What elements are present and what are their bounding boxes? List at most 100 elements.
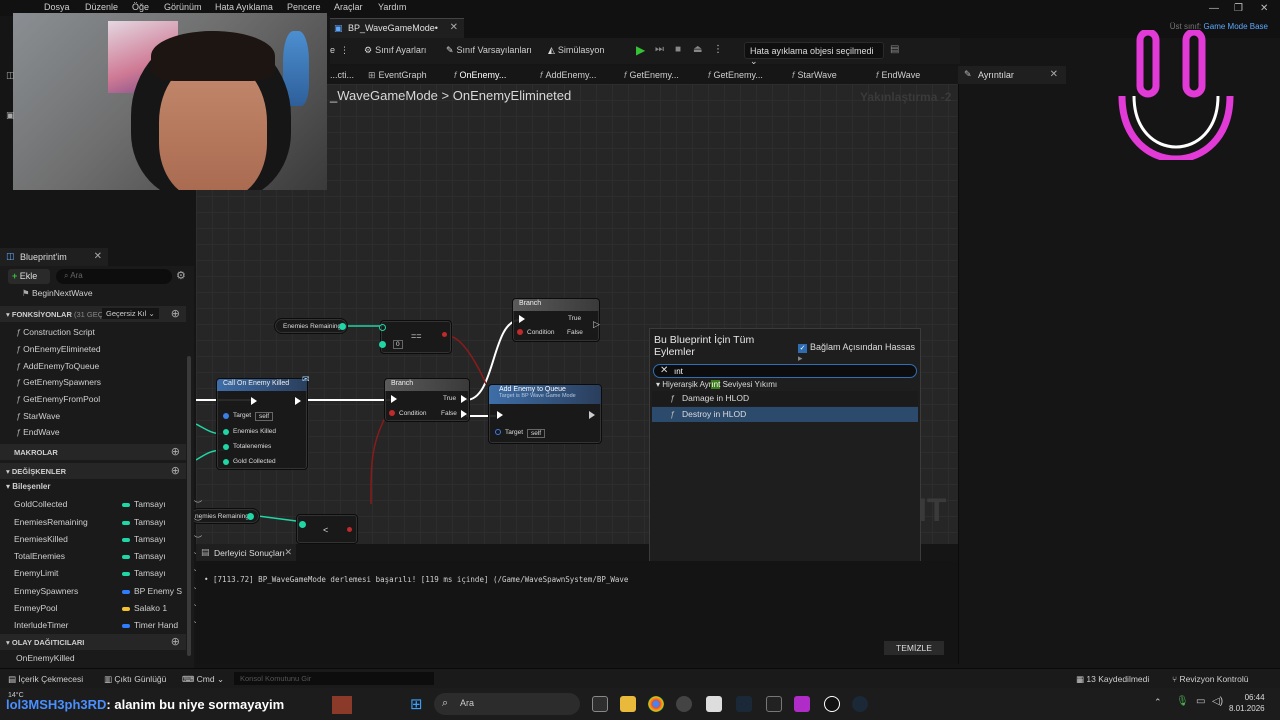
gear-icon[interactable]: ⚙ [176, 269, 186, 282]
add-button[interactable]: + Ekle [8, 269, 50, 284]
play-icon[interactable]: ▶ [636, 43, 645, 57]
step-icon[interactable]: ⏭ [655, 44, 664, 55]
int-pin[interactable] [247, 513, 254, 520]
menu-view[interactable]: Görünüm [164, 2, 202, 12]
restore-icon[interactable]: ❐ [1234, 3, 1243, 14]
epic-games-icon[interactable] [766, 696, 782, 712]
variable-item[interactable]: EnmeySpawnersBP Enemy S︶ [14, 586, 202, 596]
chevron-up-icon[interactable]: ⌃ [1154, 697, 1162, 708]
mic-icon[interactable]: 🎙 [1176, 696, 1189, 707]
exec-out-pin[interactable] [589, 411, 595, 419]
visibility-eye-icon[interactable]: ︶ [194, 499, 202, 510]
scrollbar[interactable] [187, 356, 191, 656]
variable-item[interactable]: EnemyLimitTamsayı︶ [14, 568, 202, 578]
int-pin[interactable] [379, 341, 386, 348]
eject-icon[interactable]: ⏏ [693, 44, 702, 55]
output-log-button[interactable]: ▥ Çıktı Günlüğü [104, 674, 166, 685]
dispatcher-item[interactable]: OnEnemyKilled [16, 653, 202, 663]
action-item[interactable]: ƒ Damage in HLOD [652, 391, 918, 406]
variable-type[interactable]: Timer Hand [122, 620, 178, 630]
equals-node[interactable]: 0 == [379, 320, 452, 354]
revision-control-button[interactable]: ⑂ Revizyon Kontrolü [1172, 674, 1248, 684]
function-item[interactable]: ƒ EndWave [16, 427, 202, 437]
side-icon[interactable]: ▣ [6, 110, 15, 121]
menu-asset[interactable]: Öğe [132, 2, 149, 12]
bool-pin[interactable] [442, 332, 447, 337]
add-function-icon[interactable]: ⊕ [171, 307, 180, 320]
close-tab-icon[interactable]: ✕ [94, 251, 102, 262]
tab-getenemy-1[interactable]: f GetEnemy... [624, 70, 679, 80]
add-variable-icon[interactable]: ⊕ [171, 464, 180, 477]
details-tab[interactable]: ✎ Ayrıntılar ✕ [958, 66, 1066, 84]
tab-construction[interactable]: ...cti... [330, 70, 354, 80]
toolbar-overflow[interactable]: e ⋮ [330, 45, 349, 56]
branch-node-mid[interactable]: Branch True Condition False [384, 378, 470, 422]
tab-eventgraph[interactable]: ⊞ EventGraph [368, 70, 427, 81]
cmd-dropdown[interactable]: ⌨ Cmd ⌄ [182, 674, 224, 685]
function-item[interactable]: ƒ StarWave [16, 411, 202, 421]
context-sensitive-toggle[interactable]: ✓ Bağlam Açısından Hassas ▸ [798, 342, 920, 364]
functions-section[interactable]: ▾ FONKSİYONLAR (31 GEÇE Geçersiz Kıl ⌄ ⊕ [0, 306, 186, 322]
object-pin[interactable] [495, 429, 501, 435]
clock[interactable]: 06:44 8.01.2026 [1229, 692, 1265, 714]
tab-addenemy[interactable]: f AddEnemy... [540, 70, 596, 80]
function-item[interactable]: ƒ GetEnemyFromPool [16, 394, 202, 404]
task-view-icon[interactable] [592, 696, 608, 712]
close-tab-icon[interactable]: ✕ [1050, 69, 1058, 80]
menu-tools[interactable]: Araçlar [334, 2, 363, 12]
exec-in-pin[interactable] [391, 395, 397, 403]
variable-item[interactable]: EnemiesKilled Tamsayı ︶ [14, 534, 202, 544]
console-input[interactable]: Konsol Komutunu Gir [234, 672, 434, 685]
simulation-button[interactable]: ◭ Simülasyon [548, 45, 604, 56]
macros-section[interactable]: MAKROLAR ⊕ [0, 444, 186, 460]
int-pin[interactable] [299, 521, 306, 528]
variable-type[interactable]: BP Enemy S [122, 586, 182, 596]
exec-out-true[interactable]: ▷ [587, 315, 600, 329]
variable-item[interactable]: EnemiesRemaining Tamsayı ︶ [14, 517, 202, 528]
variable-item[interactable]: InterludeTimerTimer Hand︶ [14, 620, 202, 630]
int-pin[interactable] [223, 429, 229, 435]
enemies-remaining-getter[interactable]: Enemies Remaining [274, 318, 348, 334]
exec-in-pin[interactable] [519, 315, 525, 323]
equals-input[interactable]: 0 [393, 340, 403, 349]
function-item[interactable]: ƒ GetEnemySpawners [16, 377, 202, 387]
close-tab-icon[interactable]: ✕ [450, 22, 458, 33]
checkbox-checked-icon[interactable]: ✓ [798, 344, 807, 353]
variable-type[interactable]: Salako 1 [122, 603, 167, 613]
class-defaults-button[interactable]: ✎ Sınıf Varsayılanları [446, 45, 532, 56]
bool-pin[interactable] [389, 410, 395, 416]
chrome-icon[interactable] [648, 696, 664, 712]
unreal-engine-icon[interactable] [824, 696, 840, 712]
tab-onenemy[interactable]: f OnEnemy... [454, 70, 506, 80]
exec-out-false[interactable] [461, 410, 467, 418]
play-options-icon[interactable]: ⋮ [713, 44, 723, 55]
content-drawer-button[interactable]: ▤ İçerik Çekmecesi [8, 674, 83, 685]
int-pin[interactable] [223, 444, 229, 450]
steam-icon[interactable] [736, 696, 752, 712]
object-pin[interactable] [223, 413, 229, 419]
action-search-input[interactable]: ✕ ınt [653, 364, 917, 378]
close-tab-icon[interactable]: ✕ [284, 547, 292, 558]
github-icon[interactable] [676, 696, 692, 712]
menu-debug[interactable]: Hata Ayıklama [215, 2, 273, 12]
twitch-icon[interactable] [794, 696, 810, 712]
tab-starwave[interactable]: f StarWave [792, 70, 837, 80]
exec-out-true[interactable] [461, 395, 467, 403]
visibility-eye-icon[interactable]: ︶ [194, 517, 202, 528]
side-icon[interactable]: ◫ [6, 70, 15, 81]
debug-object-select[interactable]: Hata ayıklama objesi seçilmedi ⌄ [744, 42, 884, 66]
taskbar-search[interactable]: ⌕ Ara [434, 693, 580, 715]
stop-icon[interactable]: ■ [675, 44, 681, 55]
menu-file[interactable]: Dosya [44, 2, 70, 12]
int-pin[interactable] [339, 323, 346, 330]
variable-item[interactable]: TotalEnemiesTamsayı︶ [14, 551, 202, 561]
unsaved-button[interactable]: ▦ 13 Kaydedilmedi [1076, 674, 1149, 685]
network-icon[interactable]: ▭ [1196, 696, 1205, 707]
exec-in-pin[interactable] [497, 411, 503, 419]
add-dispatcher-icon[interactable]: ⊕ [171, 635, 180, 648]
compiler-results-tab[interactable]: ▤ Derleyici Sonuçları ✕ [196, 544, 296, 561]
bool-pin[interactable] [517, 329, 523, 335]
volume-icon[interactable]: ◁) [1212, 696, 1223, 707]
close-window-icon[interactable]: ✕ [1260, 3, 1268, 14]
int-pin[interactable] [223, 459, 229, 465]
